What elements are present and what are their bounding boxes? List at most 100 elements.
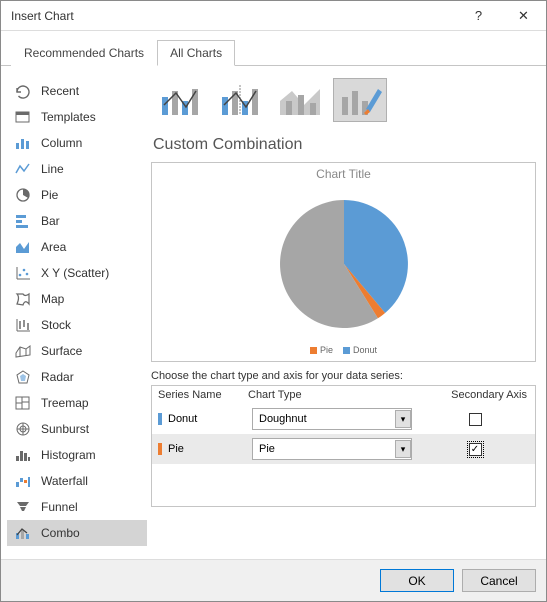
- series-name-label: Donut: [168, 413, 197, 425]
- sidebar-item-column[interactable]: Column: [7, 130, 147, 156]
- sidebar-item-label: Column: [41, 136, 82, 150]
- sidebar-item-pie[interactable]: Pie: [7, 182, 147, 208]
- surface-icon: [13, 342, 33, 360]
- sidebar-item-area[interactable]: Area: [7, 234, 147, 260]
- waterfall-icon: [13, 472, 33, 490]
- chart-preview-title: Chart Title: [316, 167, 371, 181]
- recent-icon: [13, 82, 33, 100]
- sidebar-item-surface[interactable]: Surface: [7, 338, 147, 364]
- sidebar-item-label: X Y (Scatter): [41, 266, 109, 280]
- sidebar-item-label: Map: [41, 292, 64, 306]
- titlebar: Insert Chart ? ✕: [1, 1, 546, 31]
- sidebar-item-label: Combo: [41, 526, 80, 540]
- choose-series-label: Choose the chart type and axis for your …: [151, 370, 536, 382]
- sidebar-item-funnel[interactable]: Funnel: [7, 494, 147, 520]
- main-panel: Custom Combination Chart Title Pie Donut: [151, 78, 536, 559]
- pie-chart-icon: [269, 194, 419, 334]
- chart-type-value: Doughnut: [259, 413, 307, 425]
- sidebar-item-map[interactable]: Map: [7, 286, 147, 312]
- sidebar-item-label: Sunburst: [41, 422, 89, 436]
- tab-recommended[interactable]: Recommended Charts: [11, 40, 157, 66]
- sidebar-item-sunburst[interactable]: Sunburst: [7, 416, 147, 442]
- help-button[interactable]: ?: [456, 1, 501, 30]
- sidebar-item-label: Waterfall: [41, 474, 88, 488]
- sidebar-item-label: Funnel: [41, 500, 78, 514]
- combo-subtitle: Custom Combination: [153, 136, 536, 154]
- series-row-donut[interactable]: Donut Doughnut ▾: [152, 404, 535, 434]
- treemap-icon: [13, 394, 33, 412]
- sidebar-item-recent[interactable]: Recent: [7, 78, 147, 104]
- sidebar-item-label: Radar: [41, 370, 74, 384]
- map-icon: [13, 290, 33, 308]
- bar-icon: [13, 212, 33, 230]
- chart-type-value: Pie: [259, 443, 275, 455]
- cancel-button[interactable]: Cancel: [462, 569, 536, 592]
- ok-button[interactable]: OK: [380, 569, 454, 592]
- secondary-axis-checkbox-pie[interactable]: ✓: [469, 443, 482, 456]
- insert-chart-dialog: Insert Chart ? ✕ Recommended Charts All …: [0, 0, 547, 602]
- series-header-type: Chart Type: [248, 389, 413, 401]
- sidebar-item-treemap[interactable]: Treemap: [7, 390, 147, 416]
- histogram-icon: [13, 446, 33, 464]
- series-header-axis: Secondary Axis: [413, 389, 529, 401]
- chevron-down-icon: ▾: [395, 410, 411, 428]
- tab-strip: Recommended Charts All Charts: [1, 31, 546, 66]
- combo-subtype-row: [151, 78, 536, 122]
- sidebar-item-label: Treemap: [41, 396, 89, 410]
- sidebar-item-radar[interactable]: Radar: [7, 364, 147, 390]
- series-table: Series Name Chart Type Secondary Axis Do…: [151, 385, 536, 507]
- templates-icon: [13, 108, 33, 126]
- sidebar-item-label: Pie: [41, 188, 58, 202]
- sidebar-item-label: Line: [41, 162, 64, 176]
- secondary-axis-checkbox-donut[interactable]: [469, 413, 482, 426]
- line-icon: [13, 160, 33, 178]
- sidebar-item-bar[interactable]: Bar: [7, 208, 147, 234]
- area-icon: [13, 238, 33, 256]
- chart-preview: Chart Title Pie Donut: [151, 162, 536, 362]
- sidebar-item-label: Templates: [41, 110, 96, 124]
- series-name-label: Pie: [168, 443, 184, 455]
- column-icon: [13, 134, 33, 152]
- clustered-column-line-secondary-icon: [218, 83, 262, 117]
- window-title: Insert Chart: [11, 9, 456, 23]
- series-swatch-icon: [158, 413, 162, 425]
- custom-combo-icon: [338, 83, 382, 117]
- combo-subtype-1[interactable]: [153, 78, 207, 122]
- combo-subtype-3[interactable]: [273, 78, 327, 122]
- sidebar-item-label: Recent: [41, 84, 79, 98]
- sidebar-item-label: Stock: [41, 318, 71, 332]
- stacked-area-column-icon: [278, 83, 322, 117]
- sidebar-item-templates[interactable]: Templates: [7, 104, 147, 130]
- combo-subtype-custom[interactable]: [333, 78, 387, 122]
- clustered-column-line-icon: [158, 83, 202, 117]
- radar-icon: [13, 368, 33, 386]
- close-button[interactable]: ✕: [501, 1, 546, 30]
- sidebar-item-line[interactable]: Line: [7, 156, 147, 182]
- series-swatch-icon: [158, 443, 162, 455]
- sidebar-item-waterfall[interactable]: Waterfall: [7, 468, 147, 494]
- sidebar-item-stock[interactable]: Stock: [7, 312, 147, 338]
- sidebar-item-combo[interactable]: Combo: [7, 520, 147, 546]
- stock-icon: [13, 316, 33, 334]
- chart-category-sidebar: Recent Templates Column Line Pie Bar Area X Y (…: [7, 78, 147, 559]
- legend-donut: Donut: [353, 345, 377, 355]
- tab-all-charts[interactable]: All Charts: [157, 40, 235, 66]
- sidebar-item-histogram[interactable]: Histogram: [7, 442, 147, 468]
- chart-legend: Pie Donut: [310, 345, 377, 355]
- combo-icon: [13, 524, 33, 542]
- scatter-icon: [13, 264, 33, 282]
- combo-subtype-2[interactable]: [213, 78, 267, 122]
- sidebar-item-scatter[interactable]: X Y (Scatter): [7, 260, 147, 286]
- chart-type-select-pie[interactable]: Pie ▾: [252, 438, 412, 460]
- chevron-down-icon: ▾: [395, 440, 411, 458]
- series-header-name: Series Name: [158, 389, 248, 401]
- series-row-pie[interactable]: Pie Pie ▾ ✓: [152, 434, 535, 464]
- legend-pie: Pie: [320, 345, 333, 355]
- sidebar-item-label: Bar: [41, 214, 60, 228]
- sidebar-item-label: Surface: [41, 344, 82, 358]
- sidebar-item-label: Histogram: [41, 448, 96, 462]
- pie-icon: [13, 186, 33, 204]
- chart-type-select-donut[interactable]: Doughnut ▾: [252, 408, 412, 430]
- funnel-icon: [13, 498, 33, 516]
- sidebar-item-label: Area: [41, 240, 66, 254]
